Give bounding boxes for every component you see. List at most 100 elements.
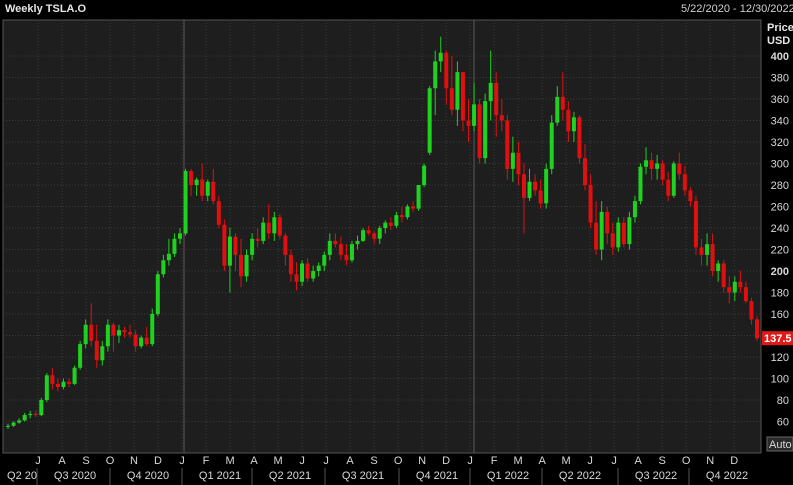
x-quarter-label: Q3 2022	[635, 470, 677, 482]
candle-body	[133, 334, 138, 347]
candle-body	[177, 233, 182, 239]
x-quarter-label: Q2 2021	[269, 470, 311, 482]
candle-body	[6, 425, 10, 427]
x-month-label: O	[682, 455, 691, 467]
candle-body	[233, 236, 238, 255]
candle-body	[372, 233, 377, 239]
candle-body	[128, 332, 133, 335]
candle	[577, 115, 582, 164]
candle-body	[560, 96, 565, 110]
candle-body	[583, 158, 588, 185]
candle	[755, 316, 759, 341]
x-month-label: A	[58, 455, 66, 467]
x-month-label: J	[587, 455, 593, 467]
x-month-label: A	[346, 455, 354, 467]
candle	[277, 214, 282, 239]
candle-body	[266, 222, 271, 234]
candle-body	[383, 222, 388, 228]
candle-body	[427, 88, 432, 153]
candle-body	[139, 337, 144, 347]
x-quarter-label: Q3 2020	[54, 470, 96, 482]
candle-body	[477, 104, 482, 159]
candle-body	[166, 253, 171, 261]
candle	[544, 163, 549, 209]
candle-body	[411, 206, 416, 209]
chart-canvas[interactable]: 6080100120140160180200220240260280300320…	[0, 0, 793, 485]
candle-body	[150, 314, 155, 345]
candle-body	[366, 230, 371, 234]
candle-body	[172, 238, 177, 254]
candle-body	[338, 244, 343, 255]
candle-body	[227, 236, 232, 266]
y-tick-label: 180	[771, 288, 789, 300]
candle-body	[333, 240, 338, 245]
candle	[416, 185, 421, 211]
candle	[155, 271, 160, 317]
candle-body	[510, 152, 515, 169]
candle	[39, 397, 44, 417]
candle-body	[55, 383, 60, 388]
candle-body	[627, 217, 632, 245]
candle-body	[527, 181, 532, 198]
candle-body	[533, 181, 538, 191]
candle-body	[571, 117, 576, 132]
candle-body	[94, 340, 99, 361]
candle-body	[100, 346, 105, 361]
x-month-label: S	[370, 455, 377, 467]
currency-axis-title: USD	[767, 35, 790, 47]
candle-body	[211, 181, 216, 202]
candle-body	[721, 263, 726, 288]
candle	[477, 99, 482, 164]
candle-body	[455, 72, 460, 110]
candle	[483, 93, 488, 164]
auto-scale-button[interactable]: Auto	[766, 436, 793, 452]
y-axis: 6080100120140160180200220240260280300320…	[771, 51, 789, 429]
candle-body	[377, 228, 382, 239]
candle	[427, 86, 432, 155]
candle-body	[521, 174, 526, 198]
candle-body	[549, 122, 554, 169]
candle-body	[660, 163, 665, 180]
candle-body	[194, 179, 199, 185]
candle-body	[499, 115, 504, 121]
x-quarter-label: Q1 2022	[487, 470, 529, 482]
y-tick-label: 60	[777, 417, 789, 429]
candle	[222, 219, 227, 271]
x-month-label: J	[611, 455, 617, 467]
y-tick-label: 220	[771, 245, 789, 257]
candle-body	[544, 168, 549, 204]
candle-body	[205, 181, 210, 196]
candle-body	[755, 319, 759, 339]
candle-body	[294, 274, 299, 282]
candle-body	[671, 163, 676, 196]
x-month-label: D	[154, 455, 162, 467]
candle	[627, 211, 632, 250]
x-quarter-label: Q4 2022	[706, 470, 748, 482]
candle-body	[344, 254, 349, 261]
candle-body	[422, 165, 427, 185]
candle-body	[566, 109, 571, 132]
candle-body	[655, 163, 660, 169]
y-tick-label: 240	[771, 223, 789, 235]
candle-body	[555, 96, 560, 123]
x-quarter-label: Q2 20	[7, 470, 37, 482]
candle	[72, 365, 77, 385]
candle	[349, 240, 354, 263]
candle-body	[288, 254, 293, 275]
candle	[671, 161, 676, 198]
candle-body	[322, 254, 327, 266]
x-month-label: M	[225, 455, 234, 467]
y-tick-label: 260	[771, 202, 789, 214]
candle-body	[494, 82, 499, 116]
x-month-label: J	[467, 455, 473, 467]
candle-body	[538, 190, 543, 204]
candle-body	[749, 301, 754, 320]
candle	[44, 373, 49, 403]
candle-body	[516, 152, 521, 175]
x-month-label: J	[179, 455, 185, 467]
candle-body	[155, 274, 160, 314]
candle-body	[72, 367, 77, 384]
candle	[549, 115, 554, 175]
x-month-label: A	[634, 455, 642, 467]
candle-body	[433, 61, 438, 89]
